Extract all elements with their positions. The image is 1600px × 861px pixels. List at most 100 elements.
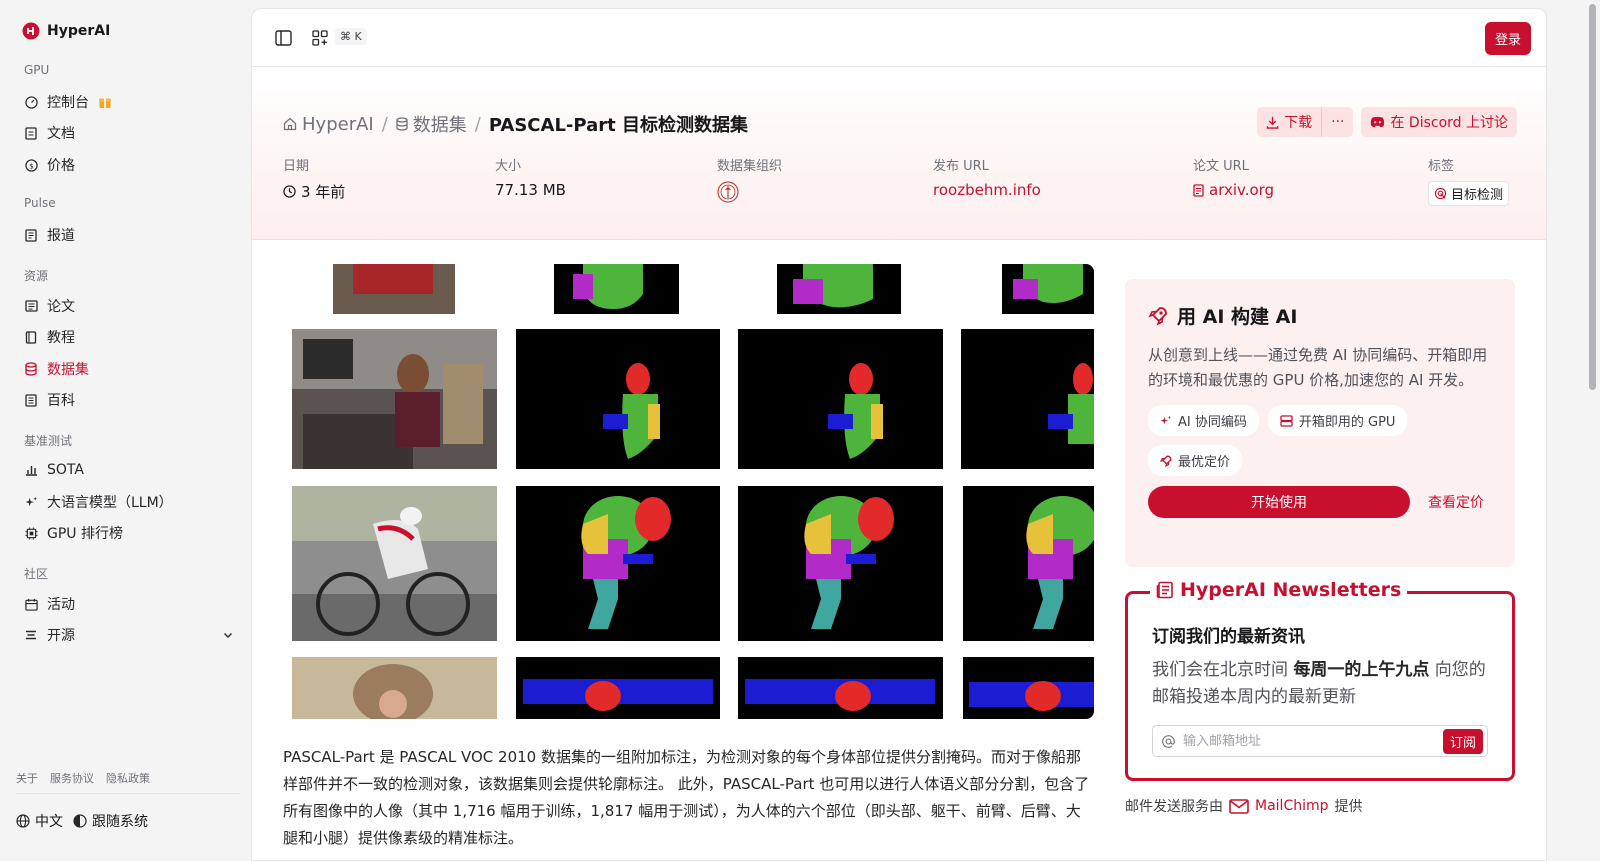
meta-org: 数据集组织 — [717, 155, 782, 203]
meta-paper-link[interactable]: arxiv.org — [1193, 181, 1274, 199]
privacy-link[interactable]: 隐私政策 — [106, 770, 150, 786]
language-switcher[interactable]: 中文 — [16, 811, 63, 831]
brand-logo[interactable]: HyperAI — [22, 22, 110, 40]
promo-cta: 开始使用 查看定价 — [1148, 486, 1492, 518]
dataset-header: HyperAI / 数据集 / PASCAL-Part 目标检测数据集 下载 ·… — [252, 68, 1546, 240]
theme-label: 跟随系统 — [92, 814, 148, 830]
chip-label: AI 协同编码 — [1178, 415, 1247, 430]
sidebar-item-label: 数据集 — [47, 362, 89, 378]
chip-ai-coding[interactable]: AI 协同编码 — [1148, 405, 1259, 436]
sidebar-bottom: 中文 跟随系统 — [16, 811, 148, 831]
sidebar-item-label: 百科 — [47, 393, 75, 409]
command-shortcut[interactable]: ⌘ K — [335, 28, 367, 45]
sidebar-item-llm[interactable]: 大语言模型（LLM） — [24, 490, 234, 514]
meta-tags-label: 标签 — [1428, 159, 1455, 174]
meta-date-label: 日期 — [283, 159, 310, 174]
get-started-button[interactable]: 开始使用 — [1148, 486, 1410, 518]
download-group: 下载 ··· — [1257, 107, 1354, 137]
breadcrumb-separator: / — [474, 113, 481, 135]
meta-url: 发布 URL roozbehm.info — [933, 155, 1041, 199]
sidebar-item-console[interactable]: 控制台 — [24, 90, 234, 114]
sidebar-item-label: 报道 — [47, 228, 75, 244]
gauge-icon — [24, 95, 38, 109]
scrollbar-thumb[interactable] — [1589, 4, 1596, 390]
meta-org-label: 数据集组织 — [717, 159, 783, 174]
mailchimp-link[interactable]: MailChimp — [1255, 798, 1329, 814]
sidebar-item-label: 论文 — [47, 299, 75, 315]
email-field-wrapper: 订阅 — [1152, 725, 1488, 757]
download-button[interactable]: 下载 — [1257, 107, 1323, 137]
sidebar-item-reports[interactable]: 报道 — [24, 223, 234, 247]
mail-credit-pre: 邮件发送服务由 — [1125, 799, 1223, 815]
promo-title: 用 AI 构建 AI — [1177, 306, 1298, 328]
gift-icon — [98, 95, 112, 109]
dataset-description: PASCAL-Part 是 PASCAL VOC 2010 数据集的一组附加标注… — [283, 748, 1090, 847]
discord-button[interactable]: 在 Discord 上讨论 — [1361, 107, 1517, 137]
breadcrumb-datasets[interactable]: 数据集 — [396, 111, 467, 137]
apps-grid-icon[interactable] — [309, 27, 331, 49]
sidebar-item-datasets[interactable]: 数据集 — [24, 357, 234, 381]
sidebar-item-label: GPU 排行榜 — [47, 526, 123, 542]
svg-text:$: $ — [29, 161, 34, 170]
sparkles-icon — [24, 495, 38, 509]
tag-chip[interactable]: 目标检测 — [1428, 181, 1510, 206]
login-button[interactable]: 登录 — [1484, 22, 1531, 55]
calendar-icon — [24, 597, 38, 611]
sidebar-toggle-icon[interactable] — [272, 27, 294, 49]
news-icon — [24, 228, 38, 242]
sidebar-item-tutorials[interactable]: 教程 — [24, 325, 234, 349]
more-actions-button[interactable]: ··· — [1322, 107, 1354, 137]
home-icon — [283, 117, 297, 131]
subscribe-button[interactable]: 订阅 — [1442, 728, 1483, 754]
database-icon — [396, 117, 408, 131]
org-seal-icon[interactable] — [717, 181, 739, 203]
nav-group-community: 社区 — [24, 567, 49, 581]
discord-icon — [1370, 116, 1385, 128]
meta-date: 日期 3 年前 — [283, 155, 345, 202]
sidebar-item-events[interactable]: 活动 — [24, 592, 234, 616]
meta-url-link[interactable]: roozbehm.info — [933, 181, 1041, 199]
sidebar-item-label: 活动 — [47, 597, 75, 613]
meta-size-value: 77.13 MB — [495, 181, 566, 199]
nav-group-pulse: Pulse — [24, 196, 56, 210]
server-icon — [1280, 414, 1293, 427]
meta-org-row — [717, 181, 782, 203]
about-link[interactable]: 关于 — [16, 770, 38, 786]
email-input[interactable] — [1183, 733, 1443, 749]
chevron-down-icon[interactable] — [222, 629, 234, 641]
sidebar-item-opensource[interactable]: 开源 — [24, 623, 234, 647]
sidebar-item-wiki[interactable]: 百科 — [24, 388, 234, 412]
promo-title-row: 用 AI 构建 AI — [1148, 302, 1492, 329]
language-label: 中文 — [35, 814, 63, 830]
sidebar-item-label: 价格 — [47, 158, 75, 174]
sparkles-icon — [1160, 415, 1172, 427]
sidebar-item-label: SOTA — [47, 462, 84, 478]
globe-icon — [16, 814, 30, 828]
chip-label: 开箱即用的 GPU — [1298, 415, 1396, 430]
chip-gpu[interactable]: 开箱即用的 GPU — [1267, 405, 1408, 436]
sidebar-item-label: 教程 — [47, 330, 75, 346]
clock-icon — [283, 185, 296, 198]
page-scrollbar[interactable] — [1585, 0, 1600, 861]
sidebar-item-pricing[interactable]: $ 价格 — [24, 153, 234, 177]
bar-chart-icon — [24, 463, 38, 477]
page-title: PASCAL-Part 目标检测数据集 — [488, 115, 748, 136]
breadcrumb-home-label: HyperAI — [302, 113, 374, 135]
breadcrumb-home[interactable]: HyperAI — [283, 114, 374, 135]
breadcrumb: HyperAI / 数据集 / PASCAL-Part 目标检测数据集 — [283, 111, 748, 137]
nav-group-gpu: GPU — [24, 63, 50, 77]
sidebar-item-papers[interactable]: 论文 — [24, 294, 234, 318]
sidebar-item-docs[interactable]: 文档 — [24, 121, 234, 145]
tag-label: 目标检测 — [1451, 188, 1504, 203]
terms-link[interactable]: 服务协议 — [50, 770, 94, 786]
sidebar-item-sota[interactable]: SOTA — [24, 458, 234, 482]
view-pricing-link[interactable]: 查看定价 — [1428, 492, 1484, 512]
breadcrumb-separator: / — [381, 113, 388, 135]
theme-switcher[interactable]: 跟随系统 — [73, 811, 148, 831]
download-icon — [1266, 116, 1279, 129]
menu-icon — [24, 628, 38, 642]
chip-label: 最优定价 — [1178, 455, 1231, 470]
sidebar-item-gpu-ranking[interactable]: GPU 排行榜 — [24, 521, 234, 545]
chip-pricing[interactable]: 最优定价 — [1148, 445, 1243, 476]
meta-size-label: 大小 — [495, 159, 522, 174]
